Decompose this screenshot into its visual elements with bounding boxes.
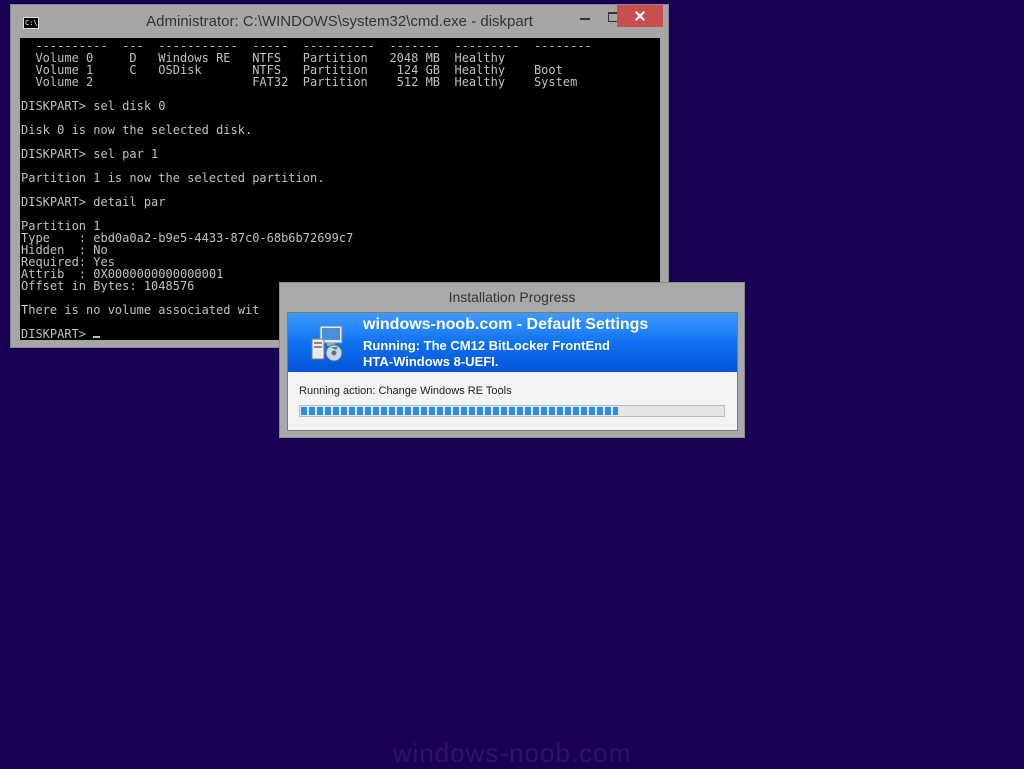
close-button[interactable]: [617, 5, 663, 27]
dialog-header-banner: windows-noob.com - Default Settings Runn…: [288, 313, 737, 372]
header-running-text: Running: The CM12 BitLocker FrontEnd: [363, 338, 610, 353]
progress-bar-fill: [301, 407, 618, 415]
dialog-content: windows-noob.com - Default Settings Runn…: [287, 312, 738, 431]
cmd-titlebar[interactable]: C:\ Administrator: C:\WINDOWS\system32\c…: [11, 5, 668, 38]
watermark-text: windows-noob.com: [392, 738, 632, 768]
header-running-text-continued: HTA-Windows 8-UEFI.: [363, 354, 499, 369]
current-action-label: Running action: Change Windows RE Tools: [299, 385, 512, 397]
minimize-button[interactable]: [571, 5, 599, 27]
setup-computer-icon: [311, 325, 343, 362]
dialog-title: Installation Progress: [448, 289, 576, 305]
installation-progress-dialog: Installation Progress windows-noob.com -…: [279, 282, 745, 438]
text-cursor: [93, 336, 101, 338]
header-title: windows-noob.com - Default Settings: [363, 316, 649, 333]
window-title: Administrator: C:\WINDOWS\system32\cmd.e…: [146, 13, 533, 30]
progress-bar: [299, 405, 725, 417]
